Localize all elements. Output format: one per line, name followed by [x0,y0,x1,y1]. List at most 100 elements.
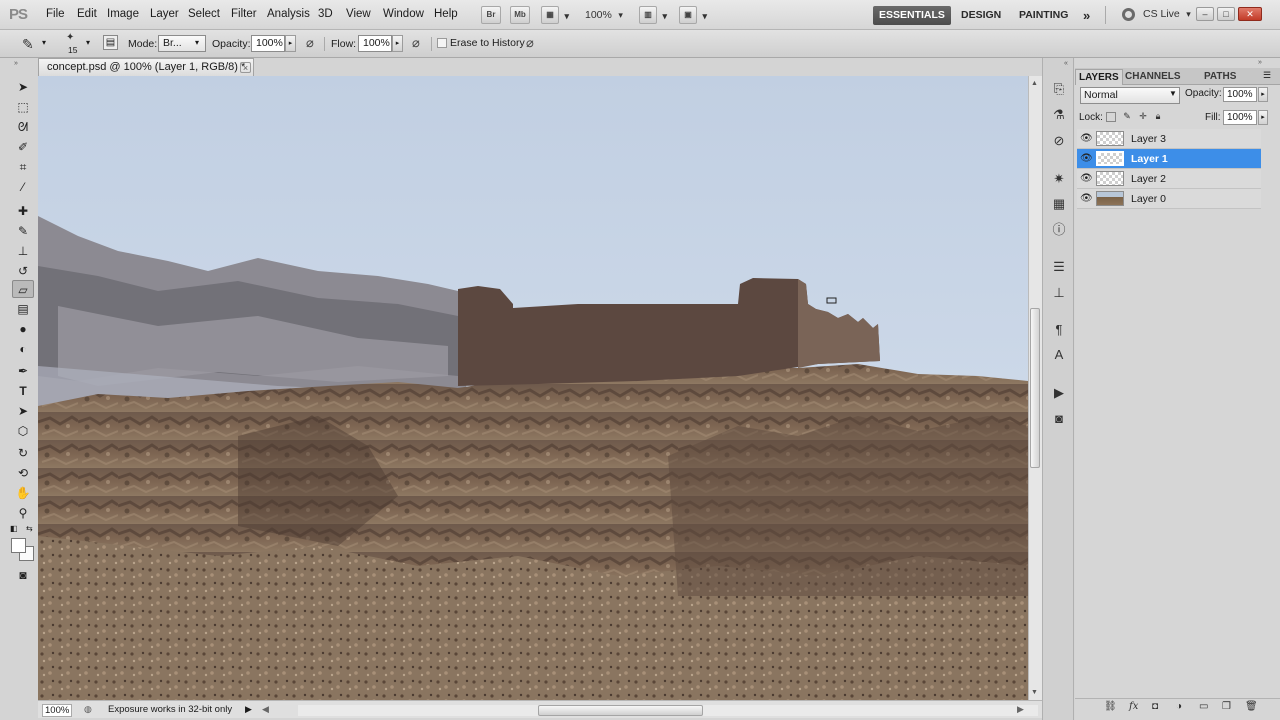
adjustment-layer-icon[interactable]: ◑ [1176,701,1182,712]
workspace-painting[interactable]: PAINTING [1013,6,1074,25]
scroll-up-icon[interactable]: ▲ [1031,80,1038,87]
eraser-tool-icon[interactable]: ▱ [12,280,34,298]
brush-panel-toggle-icon[interactable]: ▤ [103,35,118,50]
expand-dock-icon[interactable]: « [1064,60,1068,67]
more-workspaces-icon[interactable]: » [1077,6,1096,25]
visibility-eye-icon[interactable]: 👁︎ [1080,173,1093,185]
menu-layer[interactable]: Layer [150,8,179,20]
add-mask-icon[interactable]: ◘ [1152,701,1158,712]
history-brush-tool-icon[interactable]: ↺ [12,262,34,280]
visibility-eye-icon[interactable]: 👁︎ [1080,133,1093,145]
screen-mode-icon[interactable]: ▣ [679,6,707,24]
mode-select-arrow-icon[interactable]: ▾ [195,38,199,47]
status-zoom-field[interactable]: 100% [42,704,72,717]
erase-to-history-checkbox[interactable] [437,38,447,48]
arrange-documents-icon[interactable]: ▥ [639,6,667,24]
flow-slider-arrow-icon[interactable]: ▸ [392,35,403,52]
zoom-tool-icon[interactable]: ⚲ [12,504,34,522]
animation-panel-icon[interactable]: ▶ [1049,384,1069,402]
brush-picker-dropdown[interactable]: ▾ [86,38,90,47]
pressure-size-icon[interactable]: ⌀ [526,35,534,51]
menu-help[interactable]: Help [434,8,458,20]
swap-colors-icon[interactable]: ⇆ [26,524,33,533]
hand-tool-icon[interactable]: ✋ [12,484,34,502]
brush-size[interactable]: 15 [68,45,77,55]
status-menu-arrow-icon[interactable]: ▶ [245,704,252,715]
blend-mode-arrow-icon[interactable]: ▼ [1169,89,1177,98]
zoom-level-dropdown[interactable]: 100% [585,9,623,21]
horizontal-scroll-thumb[interactable] [538,705,703,716]
layer-row-selected[interactable]: 👁︎ Layer 1 [1077,149,1261,169]
minimize-button[interactable]: – [1196,7,1214,21]
workspace-essentials[interactable]: ESSENTIALS [873,6,951,25]
eyedropper-tool-icon[interactable]: ⁄ [12,178,34,196]
document-canvas[interactable] [38,76,1028,700]
layer-row[interactable]: 👁︎ Layer 3 [1077,129,1261,149]
adjustments-panel-icon[interactable]: ☰ [1049,258,1069,276]
horizontal-scrollbar[interactable] [298,705,1038,716]
panel-menu-icon[interactable]: ☰ [1263,70,1271,81]
layer-style-icon[interactable]: fx [1129,701,1138,712]
pen-tool-icon[interactable]: ✒ [12,362,34,380]
opacity-slider-arrow-icon[interactable]: ▸ [285,35,296,52]
menu-select[interactable]: Select [188,8,220,20]
clone-stamp-tool-icon[interactable]: ⊥ [12,242,34,260]
lock-all-icon[interactable]: 🔒︎ [1153,112,1163,122]
type-tool-icon[interactable]: T [12,382,34,400]
link-layers-icon[interactable]: ⛓ [1104,701,1117,712]
path-selection-tool-icon[interactable]: ➤ [12,402,34,420]
new-group-icon[interactable]: ▭ [1199,701,1208,712]
clone-source-panel-icon[interactable]: ⊥ [1049,284,1069,302]
tab-channels[interactable]: CHANNELS [1122,69,1184,85]
view-extras-icon[interactable]: ▦ [541,6,569,24]
new-layer-icon[interactable]: ❐ [1222,701,1231,712]
bridge-button[interactable]: Br [481,6,501,24]
scroll-right-icon[interactable]: ▶ [1017,704,1024,715]
brush-tool-icon[interactable]: ✎ [22,36,34,53]
layer-opacity-arrow-icon[interactable]: ▸ [1258,87,1268,102]
pressure-opacity-icon[interactable]: ⌀ [306,35,314,51]
brush-tool-sidebar-icon[interactable]: ✎ [12,222,34,240]
mini-bridge-button[interactable]: Mb [510,6,530,24]
visibility-eye-icon[interactable]: 👁︎ [1080,153,1093,165]
menu-3d[interactable]: 3D [318,8,333,20]
tab-layers[interactable]: LAYERS [1075,69,1123,85]
blend-mode-select[interactable]: Normal [1080,87,1180,104]
lock-position-icon[interactable]: ✛ [1138,112,1148,122]
menu-view[interactable]: View [346,8,371,20]
lasso-tool-icon[interactable]: ᘛ [12,118,34,136]
foreground-color-swatch[interactable] [11,538,26,553]
character-panel-icon[interactable]: A [1049,346,1069,364]
lock-transparent-icon[interactable] [1106,112,1116,122]
menu-edit[interactable]: Edit [77,8,97,20]
workspace-design[interactable]: DESIGN [955,6,1007,25]
quick-selection-tool-icon[interactable]: ✐ [12,138,34,156]
3d-rotate-tool-icon[interactable]: ↻ [12,444,34,462]
histogram-panel-icon[interactable]: ▦ [1049,195,1069,213]
fill-arrow-icon[interactable]: ▸ [1258,110,1268,125]
layer-row[interactable]: 👁︎ Layer 0 [1077,189,1261,209]
menu-window[interactable]: Window [383,8,424,20]
visibility-eye-icon[interactable]: 👁︎ [1080,193,1093,205]
opacity-input[interactable]: 100% [251,35,285,52]
scroll-down-icon[interactable]: ▼ [1031,689,1038,696]
actions-panel-icon[interactable]: ⚗ [1049,106,1069,124]
blur-tool-icon[interactable]: ● [12,320,34,338]
menu-analysis[interactable]: Analysis [267,8,310,20]
vertical-scroll-thumb[interactable] [1030,308,1040,468]
dodge-tool-icon[interactable]: ◐ [12,340,34,358]
brush-tip-icon[interactable]: ✦ [66,32,74,43]
default-colors-icon[interactable]: ◧ [10,524,18,533]
history-panel-icon[interactable]: ⎘ [1049,80,1069,98]
navigator-panel-icon[interactable]: ✷ [1049,170,1069,188]
brush-presets-panel-icon[interactable]: ⊘ [1049,132,1069,150]
lock-pixels-icon[interactable]: ✎ [1122,112,1132,122]
close-button[interactable]: ✕ [1238,7,1262,21]
collapse-tools-icon[interactable]: » [14,60,18,67]
crop-tool-icon[interactable]: ⌗ [12,158,34,176]
layer-opacity-input[interactable]: 100% [1223,87,1257,102]
fill-input[interactable]: 100% [1223,110,1257,125]
menu-filter[interactable]: Filter [231,8,257,20]
move-tool-icon[interactable]: ➤ [12,78,34,96]
notes-panel-icon[interactable]: ◙ [1049,410,1069,428]
